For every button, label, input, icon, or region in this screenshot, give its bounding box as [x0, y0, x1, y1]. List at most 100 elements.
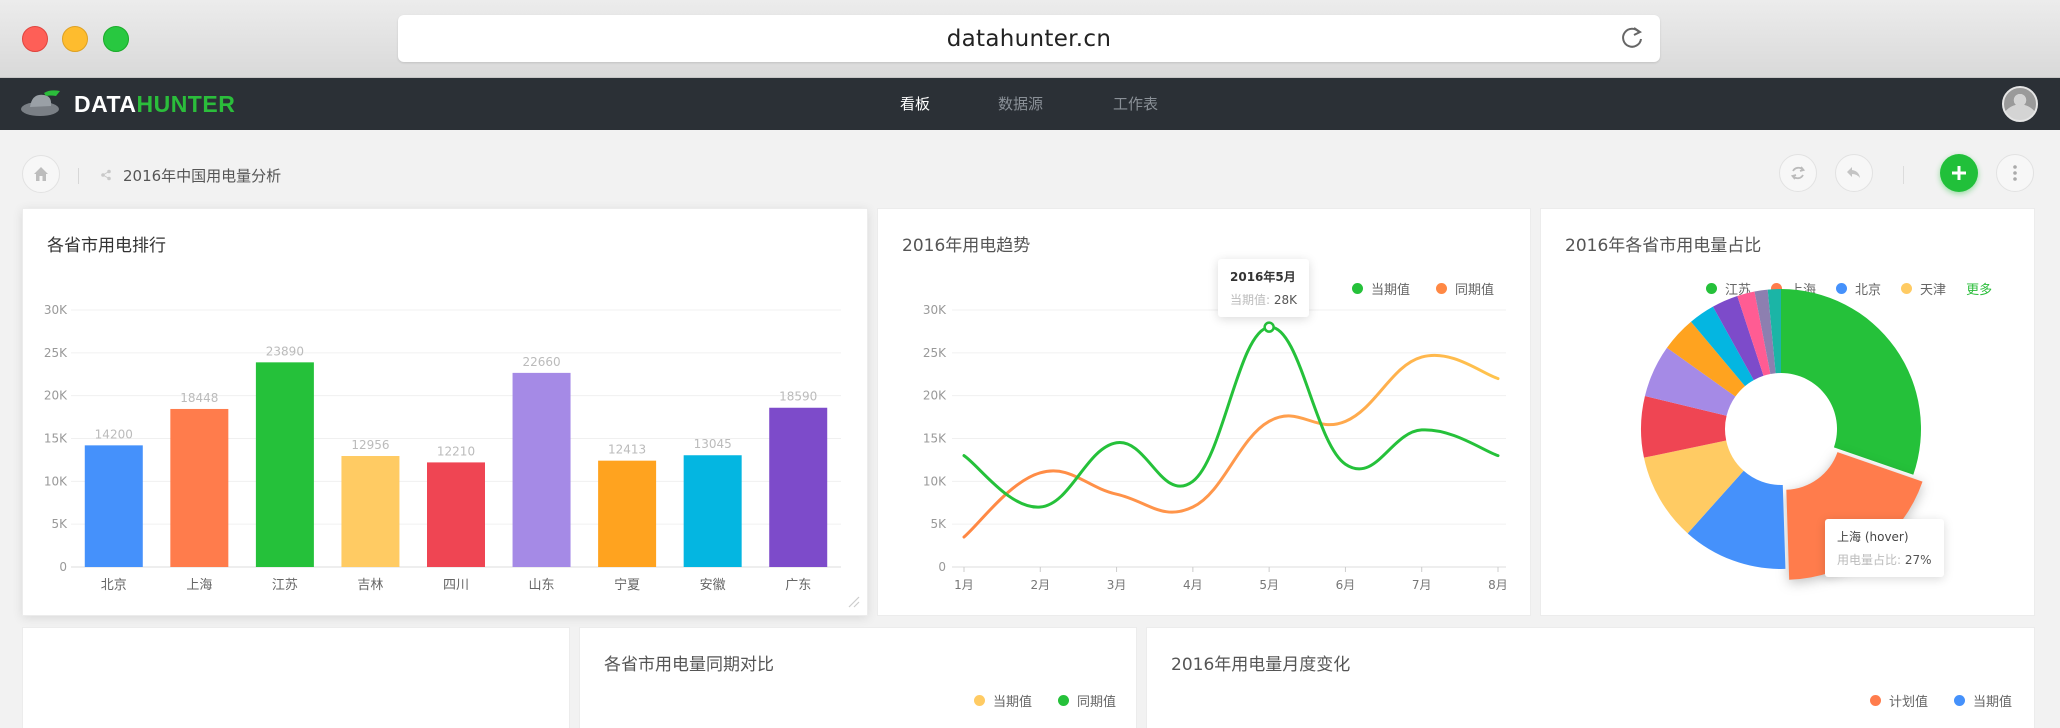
reload-icon[interactable] [1618, 24, 1646, 52]
trend-tooltip: 2016年5月 当期值: 28K [1218, 259, 1310, 317]
legend-dot [1058, 695, 1070, 706]
nav-dashboard[interactable]: 看板 [900, 78, 930, 130]
bar [769, 407, 828, 567]
tooltip-label: 用电量占比: [1837, 553, 1902, 567]
series-line-previous [962, 354, 1500, 539]
bar [170, 408, 229, 567]
monthly-chart-title: 2016年用电量月度变化 [1171, 655, 1351, 675]
y-tick-label: 5K [51, 517, 68, 531]
hat-logo-icon [21, 90, 60, 116]
x-tick-label: 1月 [954, 578, 974, 592]
browser-toolbar: datahunter.cn [0, 0, 2060, 78]
bar-value-label: 22660 [522, 355, 560, 369]
x-tick-label: 江苏 [272, 577, 298, 593]
bar-value-label: 12210 [437, 444, 475, 458]
user-avatar[interactable] [2002, 86, 2038, 122]
x-tick-label: 吉林 [357, 578, 383, 593]
bar-value-label: 18448 [180, 391, 218, 405]
address-bar[interactable]: datahunter.cn [398, 15, 1660, 62]
yoy-chart-title: 各省市用电量同期对比 [604, 655, 774, 675]
y-tick-label: 15K [923, 432, 947, 446]
more-options-button[interactable] [1996, 154, 2034, 192]
x-tick-label: 广东 [785, 578, 811, 593]
bar [255, 362, 314, 567]
tooltip-title: 2016年5月 [1230, 270, 1296, 284]
legend-label: 计划值 [1889, 695, 1929, 710]
x-tick-label: 四川 [443, 578, 469, 593]
home-icon [34, 167, 48, 181]
series-line-current [962, 325, 1500, 509]
refresh-button[interactable] [1779, 154, 1817, 192]
x-tick-label: 山东 [529, 578, 555, 593]
yoy-legend: 当期值 同期值 [974, 691, 1116, 710]
x-tick-label: 宁夏 [614, 577, 640, 593]
bar-value-label: 12956 [351, 438, 389, 452]
tooltip-value: 28K [1273, 293, 1298, 307]
x-tick-label: 上海 [186, 578, 212, 593]
trend-chart-card[interactable]: 2016年用电趋势 当期值 同期值 0 5K 10K 15K 20K 25K 30K 1月 2… [877, 208, 1531, 616]
bar [683, 455, 742, 567]
ranking-chart-card[interactable]: 各省市用电排行 0 5K 10K 15K 20K 25K 30K 14200 18448 238… [22, 208, 868, 616]
donut-slice [1781, 289, 1921, 475]
legend-label: 当期值 [993, 695, 1033, 710]
legend-item-current[interactable]: 当期值 [974, 691, 1032, 710]
y-tick-label: 0 [59, 560, 67, 574]
y-tick-label: 5K [930, 517, 947, 531]
legend-item-previous[interactable]: 同期值 [1058, 691, 1116, 710]
bar-value-label: 13045 [694, 437, 732, 451]
empty-widget-card[interactable] [22, 627, 570, 728]
app-navbar: DATAHUNTER 看板 数据源 工作表 [0, 78, 2060, 130]
x-tick-label: 3月 [1107, 578, 1127, 592]
yoy-chart-card[interactable]: 各省市用电量同期对比 当期值 同期值 [579, 627, 1137, 728]
y-tick-label: 20K [923, 389, 947, 403]
datahunter-logo[interactable]: DATAHUNTER [20, 87, 235, 121]
legend-dot [974, 695, 985, 706]
legend-dot [1954, 695, 1966, 706]
x-tick-label: 7月 [1412, 578, 1432, 592]
add-widget-button[interactable] [1940, 154, 1978, 192]
logo-text-hunter: HUNTER [136, 90, 236, 117]
resize-handle-icon[interactable] [848, 596, 860, 608]
tooltip-value: 27% [1904, 553, 1932, 567]
y-tick-label: 30K [923, 303, 947, 317]
bar [84, 445, 143, 567]
highlight-point [1263, 321, 1275, 333]
x-tick-label: 4月 [1183, 578, 1203, 592]
home-button[interactable] [22, 155, 60, 193]
share-chart-card[interactable]: 2016年各省市用电量占比 江苏 上海 北京 天津 更多 上海 (hover) … [1540, 208, 2035, 616]
bar-value-label: 18590 [779, 390, 817, 404]
logo-text-data: DATA [74, 90, 137, 117]
bar-value-label: 12413 [608, 443, 646, 457]
x-tick-label: 8月 [1488, 578, 1508, 592]
legend-item-plan[interactable]: 计划值 [1870, 691, 1928, 710]
bar [427, 462, 485, 567]
nav-worksheet[interactable]: 工作表 [1113, 78, 1158, 130]
legend-label: 当期值 [1973, 695, 2013, 710]
legend-item-current[interactable]: 当期值 [1954, 691, 2012, 710]
tooltip-title: 上海 (hover) [1837, 530, 1909, 544]
more-vertical-icon [2013, 165, 2017, 181]
undo-button[interactable] [1835, 154, 1873, 192]
ranking-bar-chart: 0 5K 10K 15K 20K 25K 30K 14200 18448 23890 12956 1… [44, 303, 860, 608]
window-zoom-button[interactable] [103, 26, 129, 52]
y-tick-label: 10K [44, 474, 68, 488]
x-tick-label: 安徽 [700, 578, 726, 593]
undo-icon [1847, 167, 1860, 178]
dashboard-title: 2016年中国用电量分析 [123, 167, 282, 185]
y-tick-label: 25K [923, 346, 947, 360]
bar-value-label: 14200 [95, 427, 133, 441]
share-icon[interactable] [100, 169, 112, 181]
x-tick-label: 5月 [1259, 578, 1279, 592]
refresh-icon [1790, 166, 1806, 180]
breadcrumb-divider [78, 168, 79, 184]
bar [512, 372, 571, 567]
window-close-button[interactable] [22, 26, 48, 52]
window-minimize-button[interactable] [62, 26, 88, 52]
y-tick-label: 10K [923, 474, 947, 488]
monthly-chart-card[interactable]: 2016年用电量月度变化 计划值 当期值 [1146, 627, 2035, 728]
nav-datasource[interactable]: 数据源 [998, 78, 1043, 130]
y-tick-label: 30K [44, 303, 68, 317]
x-tick-label: 6月 [1336, 578, 1356, 592]
y-tick-label: 25K [44, 346, 68, 360]
bar [341, 456, 400, 567]
